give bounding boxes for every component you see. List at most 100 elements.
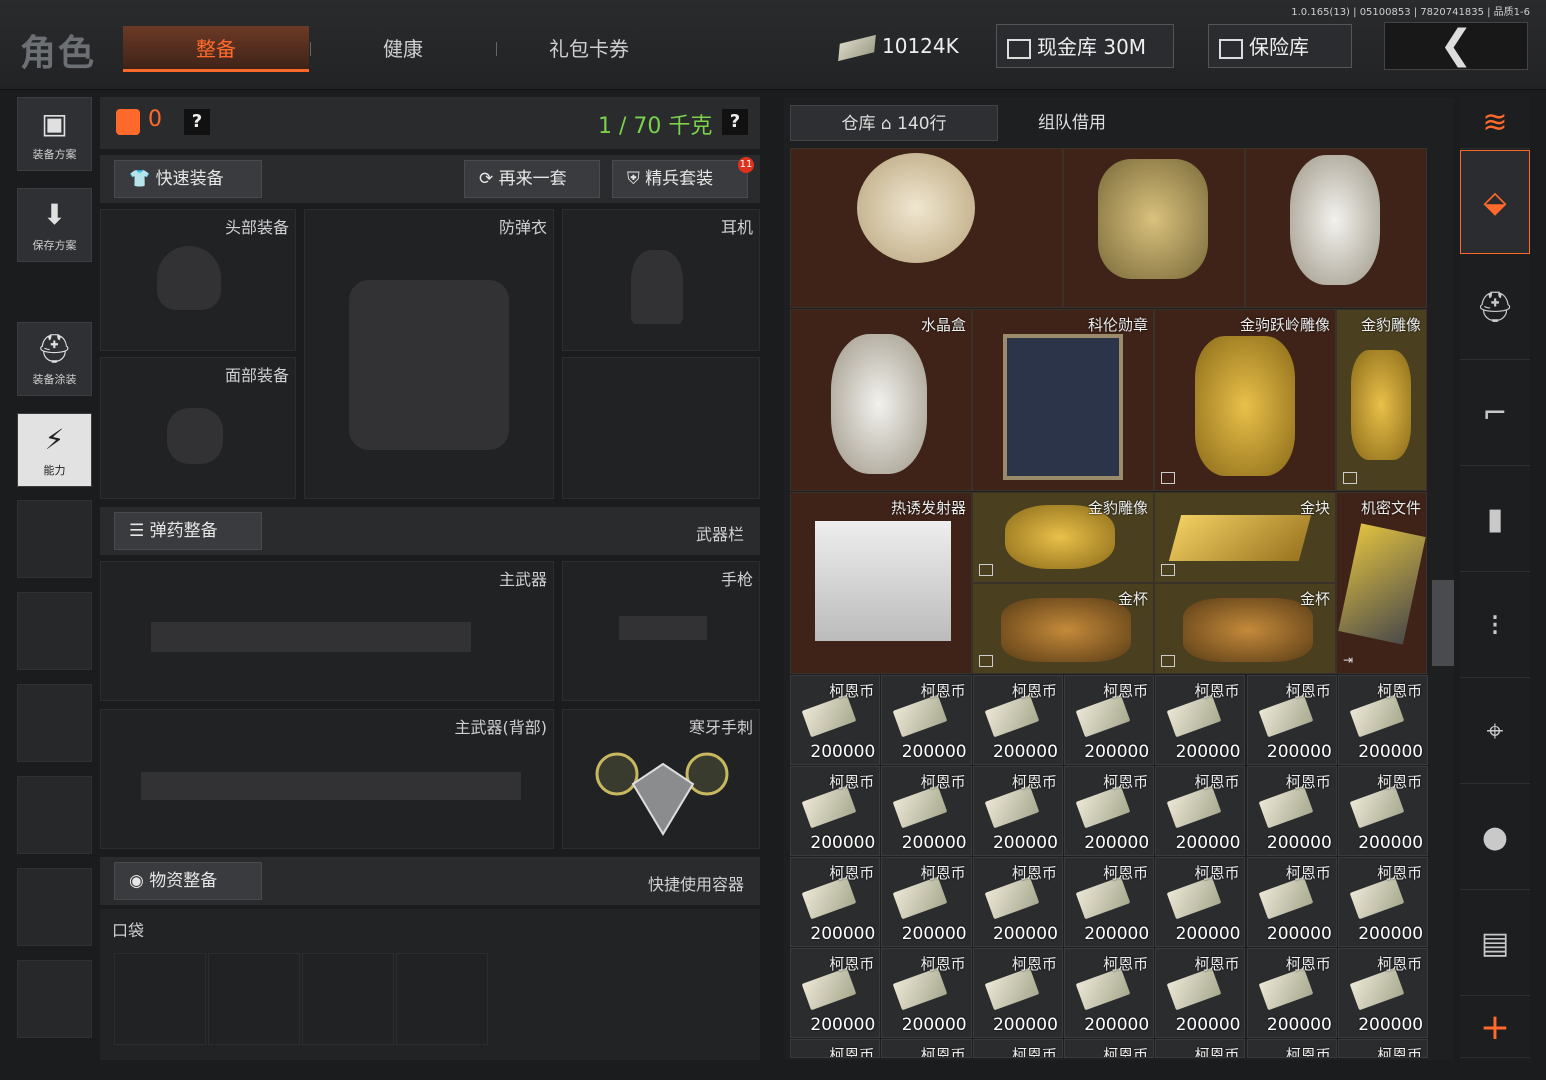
leopard-statue-item[interactable]: 金豹雕像 <box>972 492 1154 583</box>
ammo-icon[interactable]: ⁝ <box>1460 574 1530 678</box>
pistol-slot[interactable]: 手枪 <box>562 561 760 701</box>
cash-vault-button[interactable]: 现金库 30M <box>996 24 1174 68</box>
storage-icon[interactable]: ⬙ <box>1460 150 1530 254</box>
back-button[interactable]: ❮ <box>1384 22 1528 70</box>
statue-item[interactable] <box>1063 148 1245 308</box>
knuckle-knife-icon <box>595 752 729 836</box>
gold-cup-item[interactable]: 金杯 <box>1154 583 1336 674</box>
loadout-plan-button[interactable]: ▣ 装备方案 <box>17 97 92 171</box>
coin-stack-item[interactable]: 柯恩币 200000 <box>972 857 1063 947</box>
melee-slot[interactable]: 寒牙手刺 <box>562 709 760 849</box>
coin-stack-item[interactable]: 柯恩币 200000 <box>972 766 1063 856</box>
armor-slot[interactable]: 防弹衣 <box>304 209 554 499</box>
magazine-icon[interactable]: ▮ <box>1460 468 1530 572</box>
coin-stack-item[interactable]: 柯恩币 200000 <box>1155 948 1246 1038</box>
gold-cup-item[interactable]: 金杯 <box>972 583 1154 674</box>
pocket-slot[interactable] <box>396 953 488 1045</box>
coin-stack-item[interactable]: 柯恩币 200000 <box>1246 766 1337 856</box>
headset-slot[interactable]: 耳机 <box>562 209 760 351</box>
coin-stack-item[interactable]: 柯恩币 <box>1337 1039 1429 1058</box>
helmet-icon[interactable]: ⛑ <box>1460 256 1530 360</box>
head-slot[interactable]: 头部装备 <box>100 209 296 351</box>
pocket-slot[interactable] <box>208 953 300 1045</box>
classified-file-item[interactable]: 机密文件 ⇥ <box>1336 492 1427 674</box>
coin-stack-item[interactable]: 柯恩币 200000 <box>790 857 881 947</box>
storage-tab-label: 仓库 <box>841 114 876 134</box>
warehouse-scrollbar[interactable] <box>1432 580 1454 666</box>
tab-team-borrow[interactable]: 组队借用 <box>1002 105 1142 141</box>
coin-stack-item[interactable]: 柯恩币 <box>1063 1039 1155 1058</box>
coin-stack-item[interactable]: 柯恩币 <box>881 1039 972 1058</box>
tab-health[interactable]: 健康 <box>310 26 496 72</box>
scope-icon[interactable]: ⌖ <box>1460 680 1530 784</box>
horse-statue-item[interactable]: 金驹跃岭雕像 <box>1154 309 1336 491</box>
equipment-skin-button[interactable]: ⛑ 装备涂装 <box>17 322 92 396</box>
empty-gear-slot[interactable] <box>562 357 760 499</box>
help-button[interactable]: ? <box>184 109 210 135</box>
coin-stack-item[interactable]: 柯恩币 200000 <box>1246 857 1337 947</box>
coin-stack-item[interactable]: 柯恩币 200000 <box>1246 948 1337 1038</box>
crystal-box-item[interactable]: 水晶盒 <box>790 309 972 491</box>
tab-gift-cards[interactable]: 礼包卡券 <box>496 26 682 72</box>
coin-stack-item[interactable]: 柯恩币 200000 <box>972 948 1063 1038</box>
leopard-statue-item[interactable]: 金豹雕像 <box>1336 309 1427 491</box>
item-name: 热诱发射器 <box>890 499 966 517</box>
cash-stack-icon <box>1349 785 1405 829</box>
coin-stack-item[interactable]: 柯恩币 200000 <box>972 675 1063 765</box>
coin-stack-item[interactable]: 柯恩币 200000 <box>1063 766 1155 856</box>
coin-stack-item[interactable]: 柯恩币 200000 <box>790 766 881 856</box>
medal-item[interactable]: 科伦勋章 <box>972 309 1154 491</box>
coin-stack-item[interactable]: 柯恩币 <box>972 1039 1063 1058</box>
cash-stack-icon <box>801 876 857 920</box>
pocket-slot[interactable] <box>302 953 394 1045</box>
supply-equip-button[interactable]: ◉ 物资整备 <box>114 862 262 900</box>
coin-stack-item[interactable]: 柯恩币 200000 <box>1155 766 1246 856</box>
coin-stack-item[interactable]: 柯恩币 200000 <box>1337 857 1429 947</box>
coin-stack-item[interactable]: 柯恩币 200000 <box>1063 675 1155 765</box>
coin-stack-item[interactable]: 柯恩币 200000 <box>881 948 972 1038</box>
safe-button[interactable]: 保险库 <box>1208 24 1352 68</box>
weight-help-button[interactable]: ? <box>722 109 748 135</box>
tab-equip[interactable]: 整备 <box>123 26 309 72</box>
coin-stack-item[interactable]: 柯恩币 200000 <box>1063 857 1155 947</box>
container-icon[interactable]: ▤ <box>1460 892 1530 996</box>
item-name: 金豹雕像 <box>1360 316 1421 334</box>
coin-stack-item[interactable]: 柯恩币 200000 <box>1337 766 1429 856</box>
flare-launcher-item[interactable]: 热诱发射器 <box>790 492 972 674</box>
coin-stack-item[interactable]: 柯恩币 200000 <box>1337 948 1429 1038</box>
coin-stack-item[interactable]: 柯恩币 <box>1155 1039 1246 1058</box>
ammo-equip-button[interactable]: ☰ 弹药整备 <box>114 512 262 550</box>
coin-stack-item[interactable]: 柯恩币 <box>790 1039 881 1058</box>
elite-kit-button[interactable]: ⛨ 精兵套装 <box>612 160 748 198</box>
coin-stack-item[interactable]: 柯恩币 200000 <box>881 766 972 856</box>
coin-name: 柯恩币 <box>1103 864 1149 882</box>
coin-stack-item[interactable]: 柯恩币 200000 <box>1155 857 1246 947</box>
pocket-slot[interactable] <box>114 953 206 1045</box>
coin-stack-item[interactable]: 柯恩币 200000 <box>790 675 881 765</box>
cash-stack-icon <box>1166 876 1222 920</box>
coin-stack-item[interactable]: 柯恩币 <box>1246 1039 1337 1058</box>
quick-equip-button[interactable]: 👕 快速装备 <box>114 160 262 198</box>
all-categories-icon[interactable]: ≋ <box>1460 97 1530 149</box>
ability-button[interactable]: ⚡ 能力 <box>17 413 92 487</box>
bowl-item[interactable] <box>790 148 1063 308</box>
grenade-icon[interactable]: ● <box>1460 786 1530 890</box>
face-slot[interactable]: 面部装备 <box>100 357 296 499</box>
coin-stack-item[interactable]: 柯恩币 200000 <box>1337 675 1429 765</box>
coin-stack-item[interactable]: 柯恩币 200000 <box>1063 948 1155 1038</box>
tab-storage[interactable]: 仓库 ⌂ 140行 <box>790 105 998 141</box>
gold-bar-item[interactable]: 金块 <box>1154 492 1336 583</box>
again-button[interactable]: ⟳ 再来一套 <box>464 160 600 198</box>
rifle-icon[interactable]: ⌐ <box>1460 362 1530 466</box>
trophy-item[interactable] <box>1245 148 1427 308</box>
save-plan-button[interactable]: ⬇ 保存方案 <box>17 188 92 262</box>
coin-stack-item[interactable]: 柯恩币 200000 <box>881 857 972 947</box>
plus-icon[interactable]: + <box>1460 998 1530 1058</box>
ability-icon: ⚡ <box>44 423 65 456</box>
coin-stack-item[interactable]: 柯恩币 200000 <box>790 948 881 1038</box>
back-weapon-slot[interactable]: 主武器(背部) <box>100 709 554 849</box>
primary-weapon-slot[interactable]: 主武器 <box>100 561 554 701</box>
coin-stack-item[interactable]: 柯恩币 200000 <box>881 675 972 765</box>
coin-stack-item[interactable]: 柯恩币 200000 <box>1155 675 1246 765</box>
coin-stack-item[interactable]: 柯恩币 200000 <box>1246 675 1337 765</box>
